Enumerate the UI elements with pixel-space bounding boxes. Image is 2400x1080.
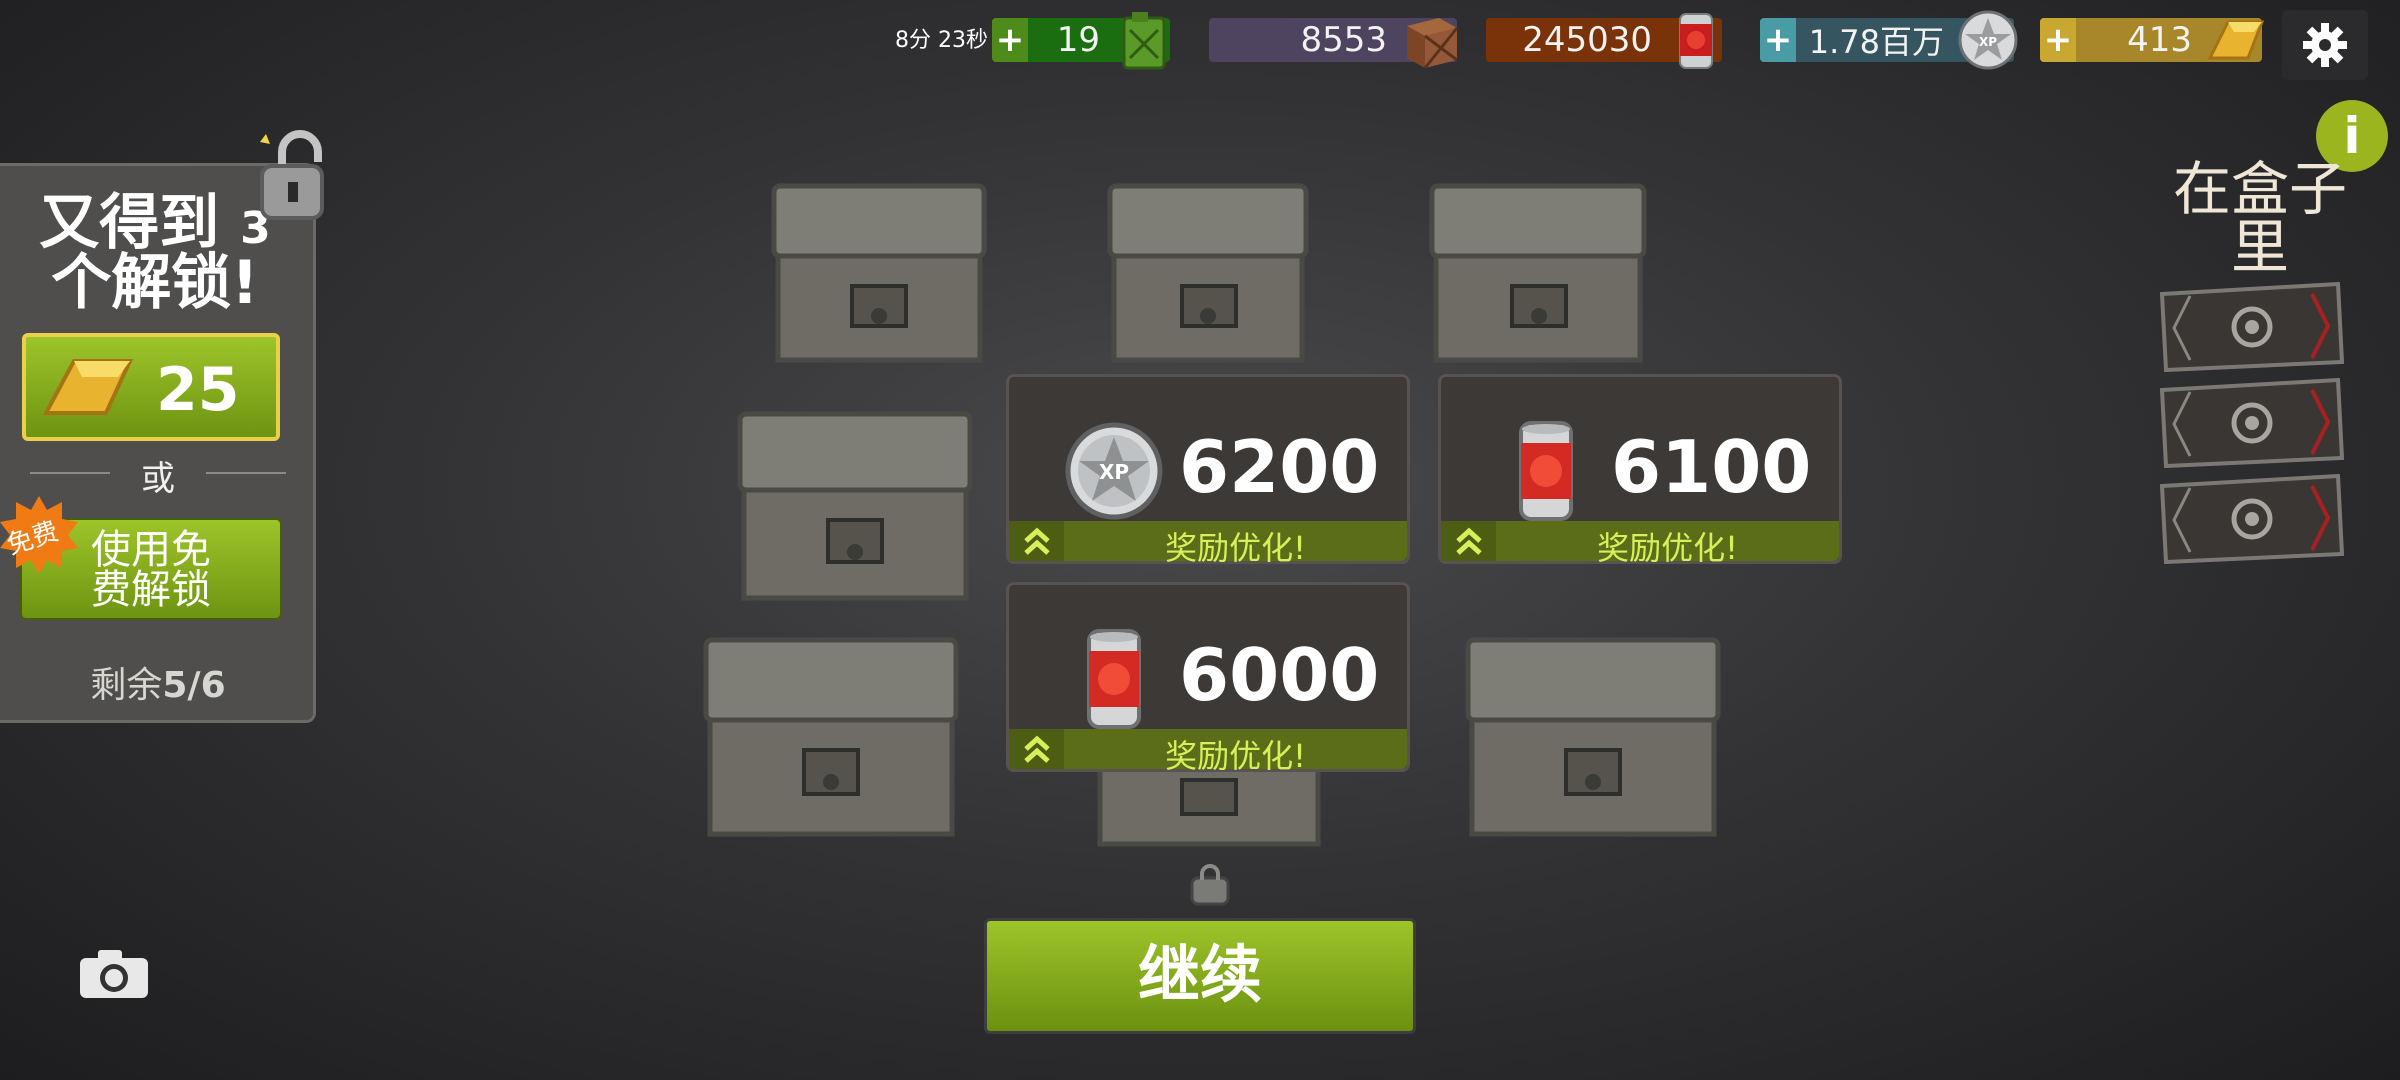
fuel-can-icon [1122,12,1166,70]
svg-text:XP: XP [1099,460,1129,484]
tomato-can-icon [1679,13,1713,69]
supplies-counter: 8553 [1209,18,1459,69]
reward-amount: 6100 [1611,425,1812,509]
crate[interactable] [1458,630,1728,845]
reward-card: XP 6200 奖励优化! [1006,374,1410,567]
add-gold-button[interactable]: + [2040,18,2076,62]
crate[interactable] [764,176,994,371]
fuel-value: 19 [1056,20,1100,60]
or-text: 或 [141,459,175,499]
reward-bonus-label: 奖励优化! [1165,737,1306,775]
xp-badge-icon: XP [1065,422,1163,520]
reward-bonus-label: 奖励优化! [1165,529,1306,567]
padlock-small-icon [1190,864,1230,906]
food-value: 245030 [1522,20,1652,60]
svg-text:XP: XP [1979,35,1997,49]
tomato-can-icon [1087,629,1141,729]
gold-counter[interactable]: + 413 [2040,18,2265,62]
padlock-icon [260,130,324,220]
tomato-can-icon [1519,421,1573,521]
xp-badge-icon: XP [1958,10,2018,70]
xp-counter[interactable]: + 1.78百万 XP [1760,10,2018,70]
gold-cost: 25 [156,355,240,425]
free-unlock-label-2: 费解锁 [91,567,211,613]
camera-icon[interactable] [76,946,152,1000]
supplies-value: 8553 [1300,20,1387,60]
remaining-label: 剩余 [90,665,163,706]
or-divider: 或 [20,451,296,499]
crate[interactable] [696,630,966,845]
gold-bar-icon [2207,20,2265,60]
reward-amount: 6200 [1179,425,1380,509]
box-slot-icon [2160,378,2344,468]
reward-amount: 6000 [1179,633,1380,717]
reward-bonus-label: 奖励优化! [1597,529,1738,567]
gear-icon [2303,23,2347,67]
reward-card: 6000 奖励优化! [1006,582,1410,775]
double-chevron-up-icon [1009,729,1064,769]
box-slot-icon [2160,474,2344,564]
settings-button[interactable] [2282,10,2368,80]
gold-unlock-button[interactable]: 25 [22,333,280,441]
continue-button[interactable]: 继续 [984,918,1416,1034]
unlock-title: 又得到 3 个解锁! [20,193,290,313]
reward-bonus-bar: 奖励优化! [1441,521,1839,567]
food-counter: 245030 [1486,13,1722,69]
resource-bar: 8分 23秒 + 19 8553 245030 + 1.78百万 XP + 41… [0,0,2400,80]
gold-value: 413 [2127,20,2192,60]
unlock-title-line2: 个解锁! [51,248,259,318]
add-xp-button[interactable]: + [1760,18,1796,62]
unlock-panel: 又得到 3 个解锁! 25 或 使用免 费解锁 剩余5/6 [0,163,316,723]
remaining-unlocks: 剩余5/6 [0,656,316,708]
wooden-crate-icon [1407,18,1459,69]
reward-bonus-bar: 奖励优化! [1009,521,1407,567]
fuel-counter[interactable]: + 19 [992,12,1170,70]
box-slot-icon [2160,282,2344,372]
xp-value: 1.78百万 [1808,23,1944,61]
box-contents-title: 在盒子里 [2172,155,2347,281]
double-chevron-up-icon [1009,521,1064,561]
free-badge: 免费 [0,494,80,576]
crate[interactable] [1422,176,1654,371]
crate[interactable] [1100,176,1316,371]
remaining-value: 5/6 [162,665,226,706]
reward-bonus-bar: 奖励优化! [1009,729,1407,775]
reward-card: 6100 奖励优化! [1438,374,1842,567]
gold-bar-icon [42,359,134,415]
crate[interactable] [730,404,980,609]
add-fuel-button[interactable]: + [992,18,1028,62]
double-chevron-up-icon [1441,521,1496,561]
refill-timer: 8分 23秒 [895,28,988,53]
